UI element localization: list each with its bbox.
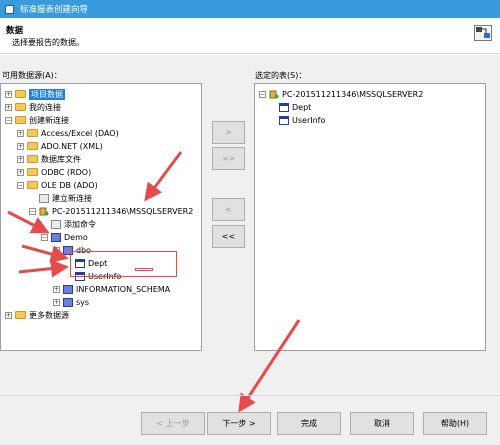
collapse-icon[interactable]: −: [29, 207, 36, 215]
selected-tables-label: 选定的表(S)：: [255, 71, 307, 80]
schema-icon: [63, 297, 73, 307]
annotation-underline: [135, 268, 153, 271]
table-icon: [279, 102, 289, 112]
expand-icon[interactable]: +: [5, 311, 12, 319]
annotation-highlight-box: [70, 251, 177, 277]
wizard-step-icon: [474, 25, 492, 41]
collapse-icon[interactable]: −: [41, 233, 48, 241]
command-icon: [51, 219, 61, 229]
page-subtitle: 选择要报告的数据。: [12, 38, 84, 47]
tree-item-server[interactable]: − PC-201511211346\MSSQLSERVER2: [29, 205, 193, 217]
app-icon: [5, 4, 14, 14]
expand-icon[interactable]: +: [53, 298, 60, 306]
tree-item-label: ODBC (RDO): [41, 167, 92, 177]
tree-item-label: 项目数据: [29, 88, 65, 100]
selected-item-server[interactable]: − PC-201511211346\MSSQLSERVER2: [259, 88, 423, 100]
folder-icon: [15, 103, 26, 111]
remove-table-button[interactable]: <: [212, 198, 245, 221]
folder-icon: [27, 168, 38, 176]
tree-item-label: 添加命令: [64, 219, 96, 229]
table-icon: [279, 115, 289, 125]
help-button[interactable]: 帮助(H): [423, 412, 487, 435]
tree-item-oledb[interactable]: − OLE DB (ADO): [17, 179, 98, 191]
available-data-sources-tree[interactable]: + 项目数据 + 我的连接 − 创建新连接 + Access/Excel (DA…: [0, 83, 202, 351]
schema-icon: [63, 284, 73, 294]
folder-icon: [27, 155, 38, 163]
tree-item-information-schema[interactable]: + INFORMATION_SCHEMA: [53, 283, 170, 295]
tree-item-add-command[interactable]: 添加命令: [51, 218, 96, 230]
tree-item-label: 建立新连接: [52, 193, 92, 203]
page-title: 数据: [6, 26, 24, 36]
folder-icon: [27, 181, 38, 189]
tree-item-label: OLE DB (ADO): [41, 180, 98, 190]
expand-icon[interactable]: +: [17, 142, 24, 150]
back-button[interactable]: < 上一步: [141, 412, 205, 435]
add-all-tables-button[interactable]: >>: [212, 147, 245, 170]
expand-icon[interactable]: +: [17, 168, 24, 176]
tree-item-label: Demo: [64, 232, 88, 242]
selected-tables-tree[interactable]: − PC-201511211346\MSSQLSERVER2 Dept User…: [254, 83, 486, 351]
folder-icon: [15, 311, 26, 319]
collapse-icon[interactable]: −: [17, 181, 24, 189]
expand-icon[interactable]: +: [17, 129, 24, 137]
add-table-button[interactable]: >: [212, 121, 245, 144]
tree-item-odbc[interactable]: + ODBC (RDO): [17, 166, 91, 178]
selected-item-userinfo[interactable]: UserInfo: [279, 114, 325, 126]
folder-icon: [15, 90, 26, 98]
collapse-icon[interactable]: −: [53, 246, 60, 254]
tree-item-label: 创建新连接: [29, 115, 69, 125]
tree-item-label: 我的连接: [29, 102, 61, 112]
collapse-icon[interactable]: −: [259, 90, 266, 98]
database-icon: [51, 232, 61, 242]
wizard-header: 数据 选择要报告的数据。: [0, 18, 500, 54]
tree-item-project-data[interactable]: + 项目数据: [5, 88, 65, 100]
footer-divider: [0, 395, 500, 396]
tree-item-my-connections[interactable]: + 我的连接: [5, 101, 61, 113]
selected-item-dept[interactable]: Dept: [279, 101, 311, 113]
finish-button[interactable]: 完成: [277, 412, 341, 435]
tree-item-more-sources[interactable]: + 更多数据源: [5, 309, 69, 321]
tree-item-new-connection[interactable]: 建立新连接: [39, 192, 92, 204]
tree-item-access-excel[interactable]: + Access/Excel (DAO): [17, 127, 119, 139]
tree-item-label: 数据库文件: [41, 154, 81, 164]
tree-item-label: 更多数据源: [29, 310, 69, 320]
tree-item-label: Dept: [292, 102, 312, 112]
window-title: 标准报表创建向导: [20, 5, 89, 15]
server-icon: [39, 207, 49, 216]
expand-icon[interactable]: +: [5, 103, 12, 111]
expand-icon[interactable]: +: [17, 155, 24, 163]
next-button[interactable]: 下一步 >: [207, 412, 271, 435]
tree-item-demo[interactable]: − Demo: [41, 231, 88, 243]
cancel-button[interactable]: 取消: [350, 412, 414, 435]
expand-icon[interactable]: +: [53, 285, 60, 293]
tree-item-sys[interactable]: + sys: [53, 296, 89, 308]
expand-icon[interactable]: +: [5, 90, 12, 98]
collapse-icon[interactable]: −: [5, 116, 12, 124]
new-connection-icon: [39, 193, 49, 203]
folder-icon: [27, 129, 38, 137]
tree-item-label: INFORMATION_SCHEMA: [76, 284, 171, 294]
tree-item-label: UserInfo: [292, 115, 326, 125]
tree-item-label: Access/Excel (DAO): [41, 128, 119, 138]
title-bar: 标准报表创建向导: [0, 0, 500, 18]
remove-all-tables-button[interactable]: <<: [212, 225, 245, 248]
tree-item-label: PC-201511211346\MSSQLSERVER2: [282, 89, 424, 99]
tree-item-ado-net[interactable]: + ADO.NET (XML): [17, 140, 103, 152]
tree-item-label: sys: [76, 297, 90, 307]
tree-item-create-connection[interactable]: − 创建新连接: [5, 114, 69, 126]
available-data-sources-label: 可用数据源(A)：: [2, 71, 62, 80]
tree-item-label: PC-201511211346\MSSQLSERVER2: [52, 206, 194, 216]
tree-item-database-files[interactable]: + 数据库文件: [17, 153, 81, 165]
folder-icon: [27, 142, 38, 150]
server-icon: [269, 90, 279, 99]
folder-icon: [15, 116, 26, 124]
tree-item-label: ADO.NET (XML): [41, 141, 103, 151]
